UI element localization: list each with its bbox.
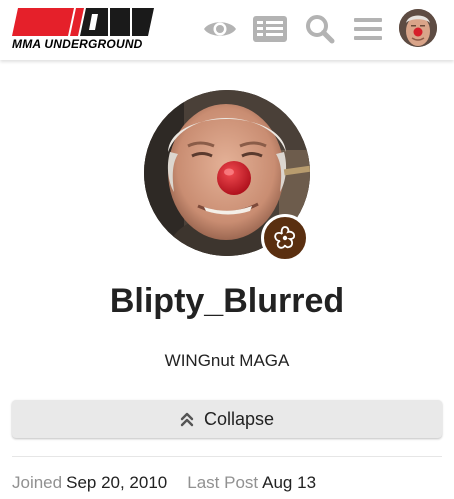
joined-value: Sep 20, 2010 — [66, 473, 168, 492]
current-user-avatar[interactable] — [399, 9, 437, 47]
site-header: MMA UNDERGROUND — [0, 0, 454, 60]
site-logo[interactable]: MMA UNDERGROUND — [12, 8, 156, 52]
last-post-label: Last Post — [187, 473, 259, 492]
logo-stripes — [12, 8, 154, 36]
divider — [12, 456, 442, 457]
hamburger-icon[interactable] — [350, 12, 386, 46]
search-icon[interactable] — [302, 12, 338, 46]
collapse-button-label: Collapse — [203, 408, 275, 429]
profile-user-title: WINGnut MAGA — [164, 351, 290, 370]
double-chevron-up-icon — [180, 412, 194, 427]
logo-text: MMA UNDERGROUND — [12, 37, 143, 51]
joined-label: Joined — [12, 473, 63, 492]
last-post-value[interactable]: Aug 13 — [262, 473, 316, 492]
eye-icon[interactable] — [202, 12, 238, 46]
profile-username: Blipty_Blurred — [109, 282, 345, 320]
user-flair-badge — [261, 214, 309, 262]
flair-icon — [274, 226, 296, 249]
profile-stats: Joined Sep 20, 2010 Last Post Aug 13 — [12, 473, 316, 493]
collapse-button[interactable]: Collapse — [12, 400, 442, 438]
list-icon[interactable] — [252, 12, 288, 46]
